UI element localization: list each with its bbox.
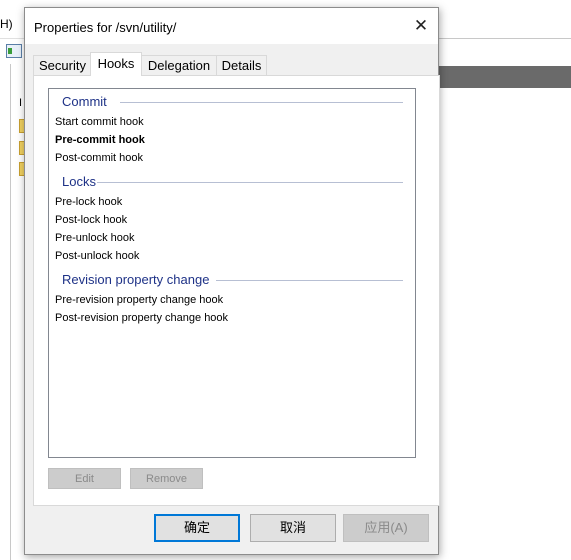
tab-hooks[interactable]: Hooks — [90, 52, 142, 76]
hooks-panel: Commit Start commit hook Pre-commit hook… — [33, 75, 440, 506]
apply-button[interactable]: 应用(A) — [343, 514, 429, 542]
group-header-locks: Locks — [49, 174, 415, 190]
list-item[interactable]: Post-lock hook — [55, 214, 127, 226]
hooks-list[interactable]: Commit Start commit hook Pre-commit hook… — [48, 88, 416, 458]
ok-button[interactable]: 确定 — [154, 514, 240, 542]
group-title: Revision property change — [62, 272, 216, 287]
close-icon[interactable]: ✕ — [404, 8, 438, 44]
remove-button[interactable]: Remove — [130, 468, 203, 489]
tab-delegation[interactable]: Delegation — [140, 55, 218, 75]
list-item[interactable]: Post-revision property change hook — [55, 312, 228, 324]
list-item[interactable]: Start commit hook — [55, 116, 144, 128]
cancel-button[interactable]: 取消 — [250, 514, 336, 542]
list-item[interactable]: Post-unlock hook — [55, 250, 139, 262]
background-divider — [436, 38, 571, 39]
list-item[interactable]: Pre-unlock hook — [55, 232, 135, 244]
list-item[interactable]: Pre-revision property change hook — [55, 294, 223, 306]
background-left-pane — [0, 64, 11, 560]
group-divider — [120, 102, 403, 103]
edit-button[interactable]: Edit — [48, 468, 121, 489]
properties-dialog: Properties for /svn/utility/ ✕ Security … — [24, 7, 440, 555]
background-tree-fragment: I — [19, 97, 23, 109]
dialog-titlebar[interactable]: Properties for /svn/utility/ ✕ — [25, 8, 438, 44]
group-header-commit: Commit — [49, 94, 415, 110]
list-item[interactable]: Pre-commit hook — [55, 134, 145, 146]
group-divider — [216, 280, 403, 281]
group-title: Locks — [62, 174, 102, 189]
tab-security[interactable]: Security — [33, 55, 92, 75]
background-menu-fragment[interactable]: H) — [0, 17, 13, 31]
tab-details[interactable]: Details — [216, 55, 267, 75]
group-header-revision-property: Revision property change — [49, 272, 415, 288]
group-divider — [97, 182, 403, 183]
toolbar-run-icon[interactable] — [6, 44, 22, 58]
list-item[interactable]: Pre-lock hook — [55, 196, 122, 208]
group-title: Commit — [62, 94, 113, 109]
background-list-header — [436, 66, 571, 88]
list-item[interactable]: Post-commit hook — [55, 152, 143, 164]
dialog-title: Properties for /svn/utility/ — [34, 20, 177, 35]
